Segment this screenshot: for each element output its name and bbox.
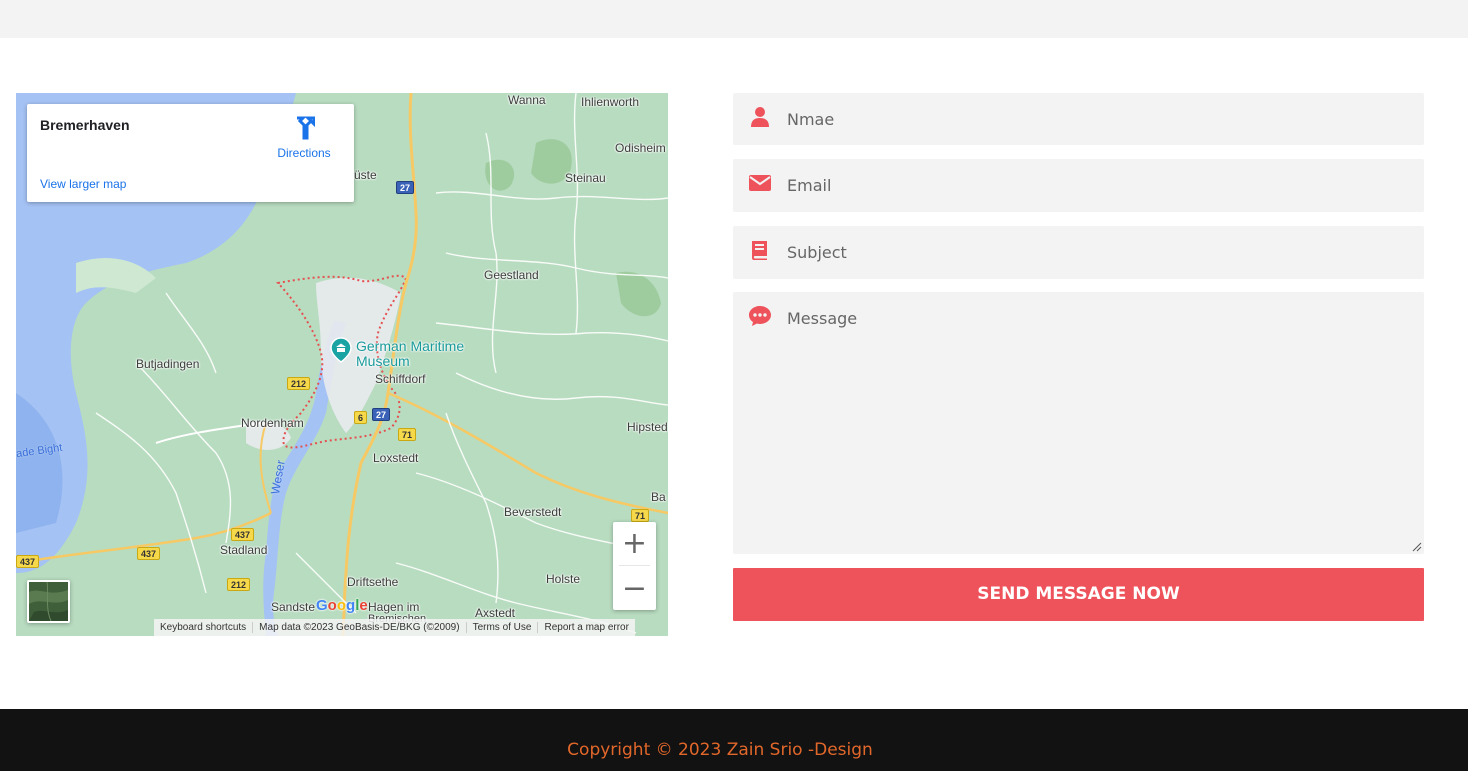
envelope-icon: [749, 175, 771, 191]
map-label-odisheim: Odisheim: [615, 141, 666, 155]
zoom-controls: + −: [613, 522, 656, 610]
map-data-credit: Map data ©2023 GeoBasis-DE/BKG (©2009): [253, 622, 467, 633]
map-label-hipstedt: Hipsted: [627, 420, 668, 434]
satellite-thumbnail-icon: [29, 582, 68, 621]
map-label-axstedt: Axstedt: [475, 606, 516, 620]
map-label-steinau: Steinau: [565, 171, 606, 185]
satellite-view-toggle[interactable]: [27, 580, 70, 623]
book-icon: [752, 241, 767, 260]
road-shield-a27-north: 27: [396, 181, 415, 194]
directions-label[interactable]: Directions: [271, 146, 337, 160]
map-label-wanna: Wanna: [508, 93, 546, 107]
map-place-title: Bremerhaven: [40, 117, 130, 133]
map-label-driftsethe: Driftsethe: [347, 575, 399, 589]
map-attribution-bar: Keyboard shortcuts Map data ©2023 GeoBas…: [154, 619, 635, 636]
road-shield-71-a: 71: [398, 428, 417, 441]
map-label-stadland: Stadland: [220, 543, 268, 557]
copyright-text: Copyright © 2023 Zain Srio -Design: [567, 740, 873, 760]
zoom-in-button[interactable]: +: [613, 522, 656, 565]
zoom-out-button[interactable]: −: [613, 567, 656, 610]
map-label-ihlienworth: Ihlienworth: [581, 95, 640, 109]
map-label-ba: Ba: [651, 490, 666, 504]
chat-bubble-icon: [749, 306, 771, 326]
poi-label-line1[interactable]: German Maritime: [356, 339, 464, 354]
user-icon: [751, 107, 769, 127]
message-placeholder: Message: [787, 309, 858, 328]
road-shield-a27-south: 27: [372, 408, 391, 421]
google-logo: Google: [316, 597, 368, 614]
road-shield-6: 6: [354, 411, 368, 424]
map-label-holste: Holste: [546, 572, 581, 586]
map-label-beverstedt: Beverstedt: [504, 505, 562, 519]
road-shield-212-b: 212: [227, 578, 251, 591]
road-shield-437-c: 437: [16, 555, 40, 568]
email-field[interactable]: Email: [733, 159, 1424, 212]
poi-label-line2[interactable]: Museum: [356, 354, 410, 369]
museum-pin-icon[interactable]: [330, 337, 352, 363]
zoom-divider: [619, 565, 650, 566]
subject-placeholder: Subject: [787, 243, 847, 262]
send-message-button[interactable]: SEND MESSAGE NOW: [733, 568, 1424, 621]
map-label-hagen: Hagen im: [368, 600, 420, 614]
name-placeholder: Nmae: [787, 110, 835, 129]
map-label-geestland: Geestland: [484, 268, 539, 282]
road-shield-437-b: 437: [137, 547, 161, 560]
email-placeholder: Email: [787, 176, 832, 195]
message-textarea[interactable]: Message: [733, 292, 1424, 554]
road-shield-71-b: 71: [631, 509, 650, 522]
map-info-card: Bremerhaven Directions View larger map: [27, 104, 354, 202]
terms-of-use-link[interactable]: Terms of Use: [467, 622, 539, 633]
map-label-butjadingen: Butjadingen: [136, 357, 200, 371]
road-shield-437-a: 437: [231, 528, 255, 541]
view-larger-map-link[interactable]: View larger map: [40, 177, 126, 191]
map-label-nordenham: Nordenham: [241, 416, 304, 430]
top-band: [0, 0, 1468, 38]
name-field[interactable]: Nmae: [733, 93, 1424, 145]
resize-grip-icon[interactable]: [1412, 542, 1422, 552]
embedded-map[interactable]: Wanna Ihlienworth Odisheim Steinau üste …: [16, 93, 668, 636]
map-label-uste: üste: [354, 168, 377, 182]
map-label-loxstedt: Loxstedt: [373, 451, 419, 465]
report-map-error-link[interactable]: Report a map error: [538, 622, 634, 633]
map-label-sandstedt: Sandste: [271, 600, 316, 614]
directions-button[interactable]: Directions: [271, 116, 337, 160]
footer: Copyright © 2023 Zain Srio -Design: [0, 709, 1468, 771]
map-label-schiffdorf: Schiffdorf: [375, 372, 426, 386]
keyboard-shortcuts-link[interactable]: Keyboard shortcuts: [154, 622, 254, 633]
subject-field[interactable]: Subject: [733, 226, 1424, 279]
road-shield-212-a: 212: [287, 377, 311, 390]
directions-icon: [297, 116, 316, 140]
